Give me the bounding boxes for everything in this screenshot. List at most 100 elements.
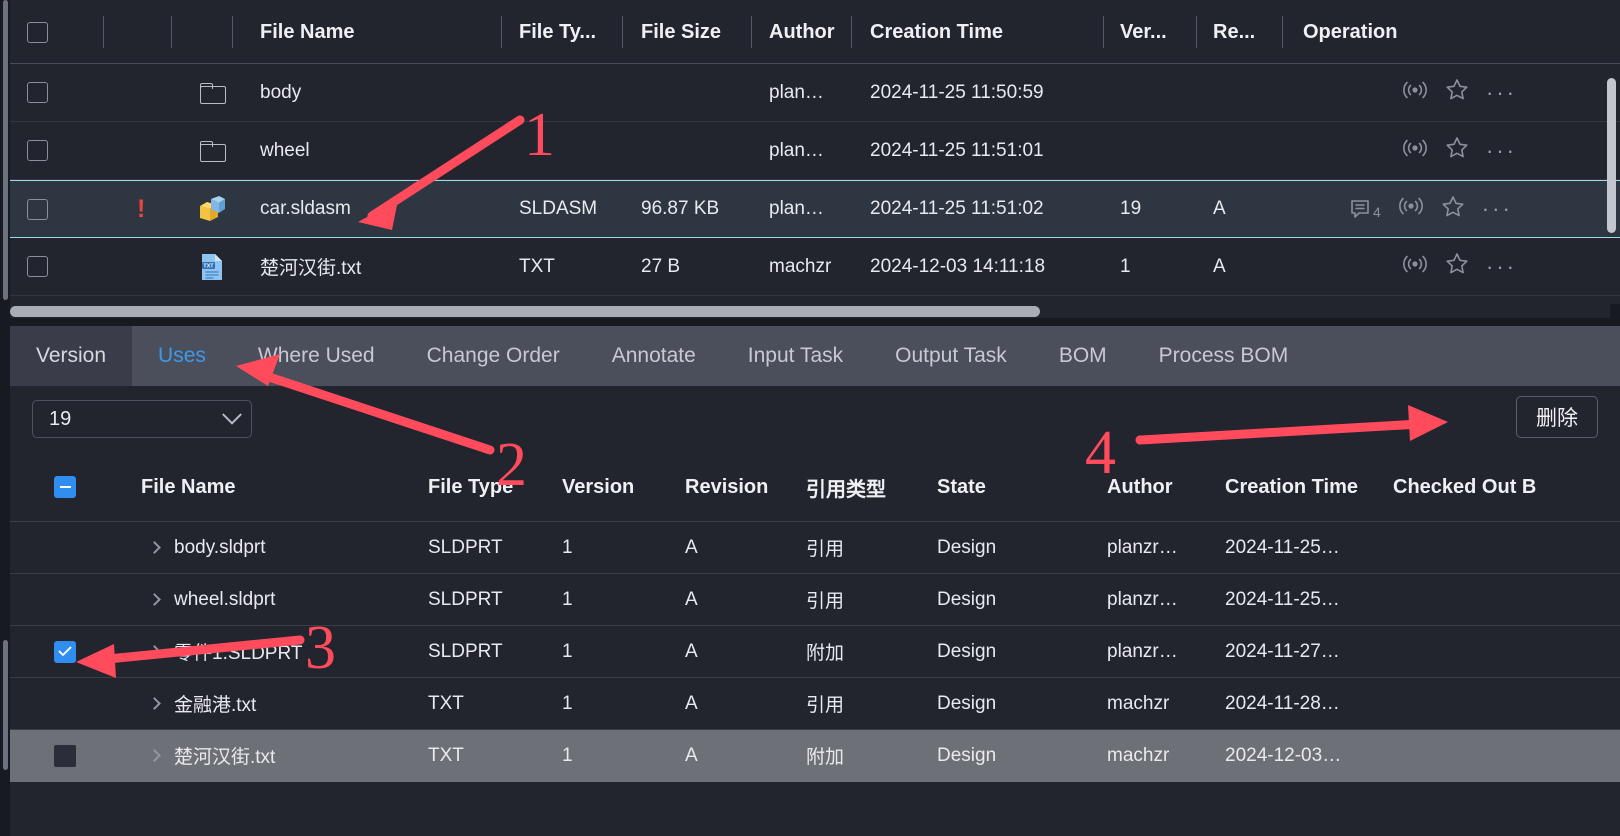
table-row[interactable]: body.sldprt SLDPRT 1 A 引用 Design planzr…… xyxy=(10,522,1620,574)
column-header-checked-out-by[interactable]: Checked Out B xyxy=(1393,452,1536,522)
cell-file-name[interactable]: 零件1.SLDPRT xyxy=(174,626,302,677)
table-row[interactable]: body plan… 2024-11-25 11:50:59 ··· xyxy=(10,64,1620,122)
column-divider[interactable] xyxy=(1196,16,1197,48)
app-root: File Name File Ty... File Size Author Cr… xyxy=(0,0,1620,836)
table-row[interactable]: TXT 楚河汉街.txt TXT 27 B machzr 2024-12-03 … xyxy=(10,238,1620,296)
more-actions-icon[interactable]: ··· xyxy=(1486,254,1517,280)
tab-version[interactable]: Version xyxy=(10,326,133,386)
favorite-star-icon[interactable] xyxy=(1445,136,1469,165)
cell-file-name[interactable]: 金融港.txt xyxy=(174,678,256,729)
cell-file-name[interactable]: body xyxy=(260,64,301,121)
column-header-version[interactable]: Version xyxy=(562,452,634,522)
column-header-revision[interactable]: Revision xyxy=(685,452,768,522)
cell-file-name[interactable]: 楚河汉街.txt xyxy=(174,730,275,781)
column-divider[interactable] xyxy=(622,16,623,48)
row-operations: ··· xyxy=(1402,238,1517,295)
scrollbar-thumb[interactable] xyxy=(10,306,1040,317)
column-header-file-name[interactable]: File Name xyxy=(141,452,235,522)
column-header-state[interactable]: State xyxy=(937,452,986,522)
broadcast-icon[interactable] xyxy=(1402,138,1428,164)
checkbox-box xyxy=(27,198,48,220)
cell-creation-time: 2024-11-25… xyxy=(1225,536,1340,558)
tab-change-order[interactable]: Change Order xyxy=(401,326,586,386)
column-header-creation-time[interactable]: Creation Time xyxy=(870,0,1003,64)
version-select[interactable]: 19 xyxy=(32,400,252,438)
comment-icon[interactable]: 4 xyxy=(1350,199,1381,220)
file-list-horizontal-scrollbar[interactable] xyxy=(10,304,1610,318)
cell-file-name[interactable]: wheel.sldprt xyxy=(174,574,275,625)
favorite-star-icon[interactable] xyxy=(1445,78,1469,107)
table-row[interactable]: wheel.sldprt SLDPRT 1 A 引用 Design planzr… xyxy=(10,574,1620,626)
column-divider[interactable] xyxy=(103,16,104,48)
column-divider[interactable] xyxy=(1103,16,1104,48)
row-checkbox[interactable] xyxy=(54,730,76,781)
cell-file-name[interactable]: body.sldprt xyxy=(174,522,266,573)
broadcast-icon[interactable] xyxy=(1402,254,1428,280)
tab-input-task[interactable]: Input Task xyxy=(722,326,869,386)
favorite-star-icon[interactable] xyxy=(1441,195,1465,224)
cell-state: Design xyxy=(937,588,997,610)
tab-bom[interactable]: BOM xyxy=(1033,326,1133,386)
expand-caret-icon[interactable] xyxy=(148,626,161,677)
expand-caret-icon[interactable] xyxy=(148,522,161,573)
cell-file-name[interactable]: 楚河汉街.txt xyxy=(260,238,361,295)
expand-caret-icon[interactable] xyxy=(148,730,161,781)
expand-caret-icon[interactable] xyxy=(148,678,161,729)
column-header-creation-time[interactable]: Creation Time xyxy=(1225,452,1365,522)
row-checkbox[interactable] xyxy=(27,122,48,179)
cell-reference-type: 附加 xyxy=(806,643,845,664)
more-actions-icon[interactable]: ··· xyxy=(1486,138,1517,164)
cell-creation-time: 2024-12-03 14:11:18 xyxy=(870,255,1046,277)
checkbox-checked xyxy=(54,640,76,663)
row-checkbox[interactable] xyxy=(27,64,48,121)
table-row[interactable]: wheel plan… 2024-11-25 11:51:01 ··· xyxy=(10,122,1620,180)
delete-button[interactable]: 删除 xyxy=(1516,396,1598,438)
tab-output-task[interactable]: Output Task xyxy=(869,326,1033,386)
column-header-file-size[interactable]: File Size xyxy=(641,0,721,64)
tab-annotate[interactable]: Annotate xyxy=(586,326,722,386)
column-header-author[interactable]: Author xyxy=(769,0,835,64)
column-divider[interactable] xyxy=(851,16,852,48)
tab-uses[interactable]: Uses xyxy=(132,326,232,386)
column-header-file-name[interactable]: File Name xyxy=(260,0,354,64)
select-all-checkbox[interactable] xyxy=(54,452,76,522)
cell-creation-time: 2024-11-28… xyxy=(1225,692,1340,714)
row-checkbox[interactable] xyxy=(27,238,48,295)
column-divider[interactable] xyxy=(171,16,172,48)
broadcast-icon[interactable] xyxy=(1402,80,1428,106)
more-actions-icon[interactable]: ··· xyxy=(1482,196,1513,222)
more-actions-icon[interactable]: ··· xyxy=(1486,80,1517,106)
tab-where-used[interactable]: Where Used xyxy=(232,326,401,386)
cell-version: 1 xyxy=(562,744,573,766)
column-divider[interactable] xyxy=(501,16,502,48)
column-header-operation[interactable]: Operation xyxy=(1303,0,1397,64)
expand-caret-icon[interactable] xyxy=(148,574,161,625)
column-divider[interactable] xyxy=(751,16,752,48)
column-header-file-type[interactable]: File Type xyxy=(428,452,513,522)
favorite-star-icon[interactable] xyxy=(1445,252,1469,281)
table-row-selected[interactable]: ! car.sldasm SLDASM 96.87 KB plan… 2024-… xyxy=(10,180,1620,238)
table-row-highlighted[interactable]: 楚河汉街.txt TXT 1 A 附加 Design machzr 2024-1… xyxy=(10,730,1620,782)
column-header-author[interactable]: Author xyxy=(1107,452,1173,522)
column-divider[interactable] xyxy=(232,16,233,48)
row-checkbox[interactable] xyxy=(54,626,76,677)
row-checkbox[interactable] xyxy=(27,181,48,237)
table-row[interactable]: 金融港.txt TXT 1 A 引用 Design machzr 2024-11… xyxy=(10,678,1620,730)
cell-file-name[interactable]: car.sldasm xyxy=(260,181,351,237)
column-header-reference-type[interactable]: 引用类型 xyxy=(806,452,886,522)
table-row[interactable]: 零件1.SLDPRT SLDPRT 1 A 附加 Design planzr… … xyxy=(10,626,1620,678)
column-header-file-type[interactable]: File Ty... xyxy=(519,0,596,64)
uses-panel-scrollbar[interactable] xyxy=(3,640,8,770)
tab-process-bom[interactable]: Process BOM xyxy=(1133,326,1315,386)
select-all-checkbox[interactable] xyxy=(27,0,48,64)
cell-creation-time: 2024-12-03… xyxy=(1225,744,1342,766)
cell-author: machzr xyxy=(1107,692,1170,714)
cell-author: planzr… xyxy=(1107,588,1178,610)
column-header-revision[interactable]: Re... xyxy=(1213,0,1255,64)
outer-scrollbar-thumb[interactable] xyxy=(3,0,8,300)
cell-file-name[interactable]: wheel xyxy=(260,122,310,179)
column-header-version[interactable]: Ver... xyxy=(1120,0,1167,64)
file-list-vertical-scrollbar[interactable] xyxy=(1607,78,1616,233)
column-divider[interactable] xyxy=(1282,16,1283,48)
broadcast-icon[interactable] xyxy=(1398,196,1424,222)
